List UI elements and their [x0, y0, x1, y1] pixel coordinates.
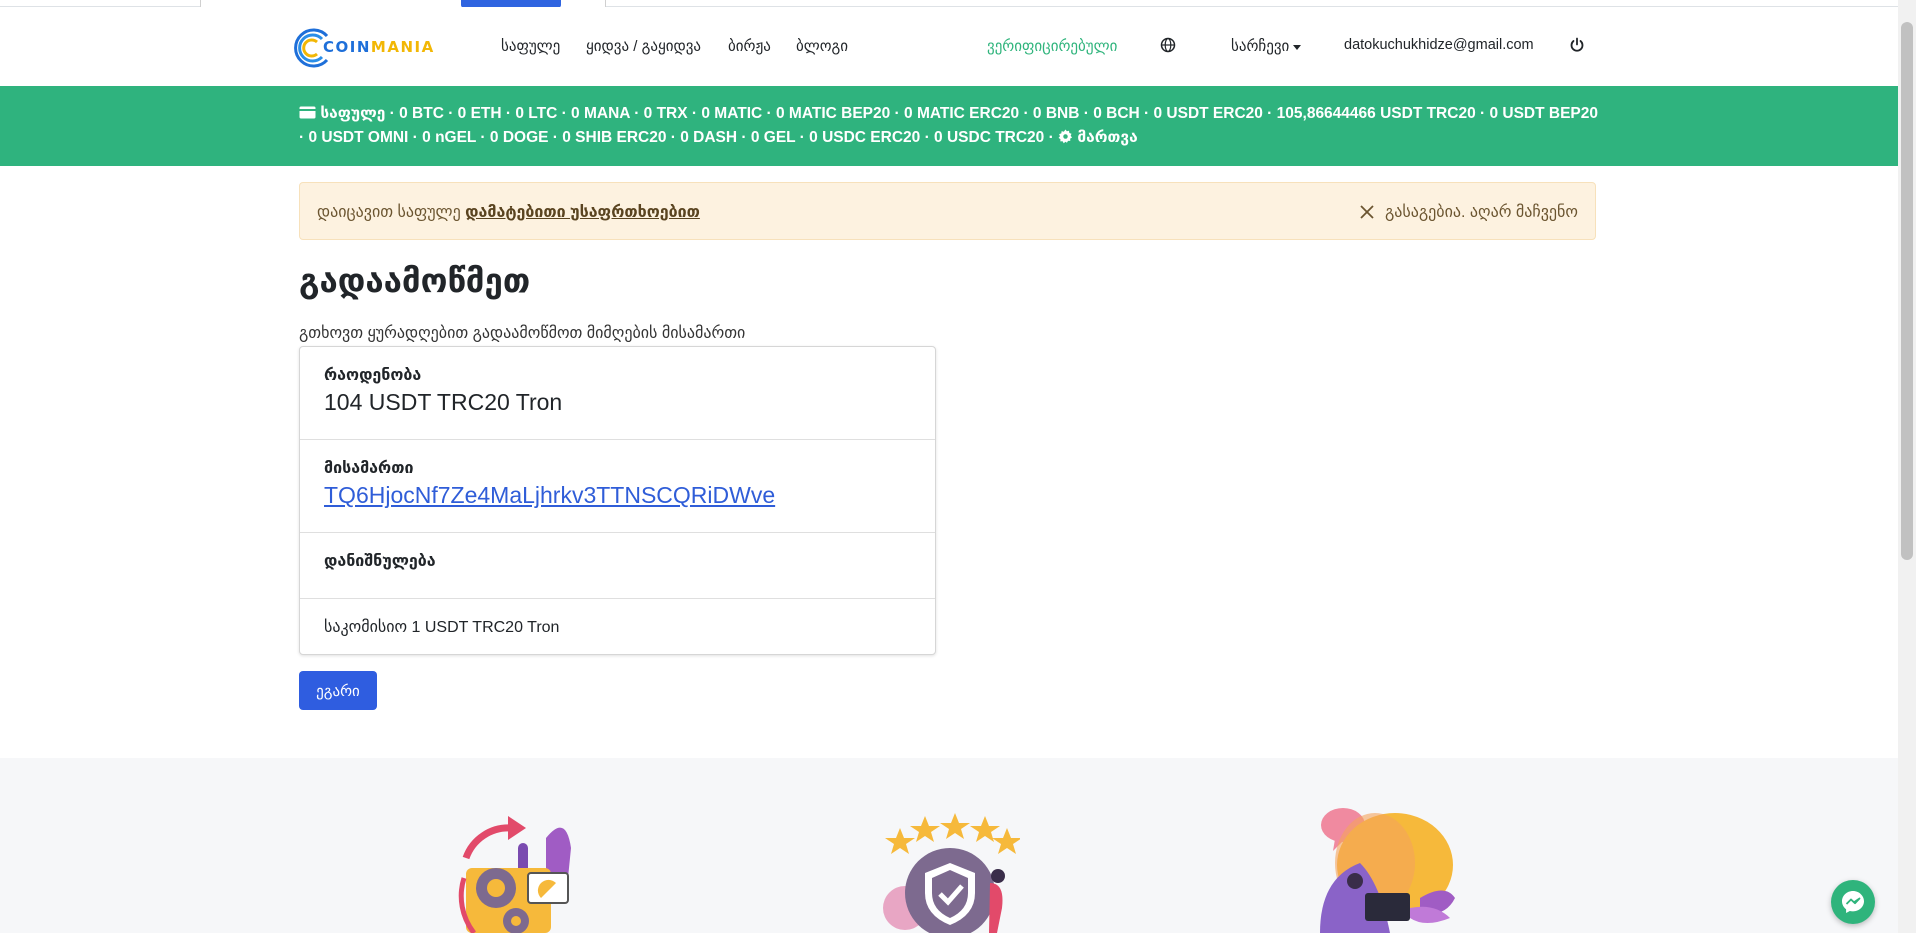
- globe-icon[interactable]: [1160, 37, 1178, 55]
- balances-list: · 0 BTC · 0 ETH · 0 LTC · 0 MANA · 0 TRX…: [299, 105, 1598, 146]
- address-link[interactable]: TQ6HjocNf7Ze4MaLjhrkv3TTNSCQRiDWve: [324, 482, 775, 509]
- amount-label: რაოდენობა: [324, 367, 422, 384]
- nav-menu-dropdown[interactable]: სარჩევი: [1231, 37, 1302, 55]
- logo[interactable]: COINMANIA: [291, 24, 435, 70]
- purpose-label: დანიშნულება: [324, 553, 436, 570]
- nav-verified[interactable]: ვერიფიცირებული: [987, 37, 1117, 55]
- caret-down-icon: [1293, 44, 1302, 50]
- logo-text: COINMANIA: [323, 38, 435, 56]
- address-label: მისამართი: [324, 460, 414, 477]
- wallet-balance-bar: საფულე · 0 BTC · 0 ETH · 0 LTC · 0 MANA …: [0, 86, 1898, 166]
- manage-link[interactable]: მართვა: [1077, 129, 1137, 146]
- alert-security-link[interactable]: დამატებითი უსაფრთხოებით: [465, 204, 700, 221]
- nav-buy-sell[interactable]: ყიდვა / გაყიდვა: [586, 37, 701, 55]
- purpose-row: დანიშნულება: [300, 533, 935, 599]
- alert-prefix: დაიცავით საფულე: [317, 204, 466, 221]
- security-alert: დაიცავით საფულე დამატებითი უსაფრთხოებით …: [299, 182, 1596, 240]
- messenger-icon: [1842, 891, 1864, 913]
- logo-mark-icon: [291, 26, 329, 68]
- wallet-balances: საფულე · 0 BTC · 0 ETH · 0 LTC · 0 MANA …: [299, 102, 1604, 150]
- alert-message: დაიცავით საფულე დამატებითი უსაფრთხოებით: [317, 202, 700, 222]
- wallet-link[interactable]: საფულე: [320, 105, 385, 122]
- navbar: COINMANIA საფულე ყიდვა / გაყიდვა ბირჟა ბ…: [0, 7, 1898, 86]
- wallet-icon: [299, 105, 316, 122]
- page-scrollbar[interactable]: [1898, 0, 1916, 933]
- amount-value: 104 USDT TRC20 Tron: [324, 389, 563, 415]
- page-subtitle: გთხოვთ ყურადღებით გადაამოწმოთ მიმღების მ…: [299, 325, 746, 342]
- page-title: გადაამოწმეთ: [299, 262, 531, 299]
- address-row: მისამართი TQ6HjocNf7Ze4MaLjhrkv3TTNSCQRi…: [300, 440, 935, 533]
- fee-row: საკომისიო 1 USDT TRC20 Tron: [300, 599, 935, 655]
- alert-dismiss-label: გასაგებია. აღარ მაჩვენო: [1384, 204, 1578, 221]
- fee-text: საკომისიო 1 USDT TRC20 Tron: [324, 619, 560, 636]
- power-icon[interactable]: [1569, 37, 1587, 55]
- nav-blog[interactable]: ბლოგი: [796, 37, 848, 55]
- nav-exchange[interactable]: ბირჟა: [728, 37, 771, 55]
- confirmation-card: რაოდენობა 104 USDT TRC20 Tron მისამართი …: [299, 346, 936, 655]
- agree-button[interactable]: ეგარი: [299, 671, 377, 710]
- amount-row: რაოდენობა 104 USDT TRC20 Tron: [300, 347, 935, 440]
- alert-dismiss-button[interactable]: გასაგებია. აღარ მაჩვენო: [1359, 202, 1578, 222]
- gears-illustration-icon: [458, 816, 571, 933]
- support-illustration-icon: [1320, 808, 1455, 933]
- messenger-chat-button[interactable]: [1831, 880, 1875, 924]
- nav-menu-label: სარჩევი: [1231, 38, 1290, 55]
- gear-icon[interactable]: [1058, 129, 1073, 146]
- nav-wallet[interactable]: საფულე: [501, 37, 560, 55]
- features-section: [0, 758, 1898, 933]
- nav-email[interactable]: datokuchukhidze@gmail.com: [1344, 37, 1534, 53]
- shield-illustration-icon: [883, 813, 1020, 933]
- scrollbar-thumb[interactable]: [1901, 22, 1913, 560]
- close-icon: [1360, 205, 1374, 219]
